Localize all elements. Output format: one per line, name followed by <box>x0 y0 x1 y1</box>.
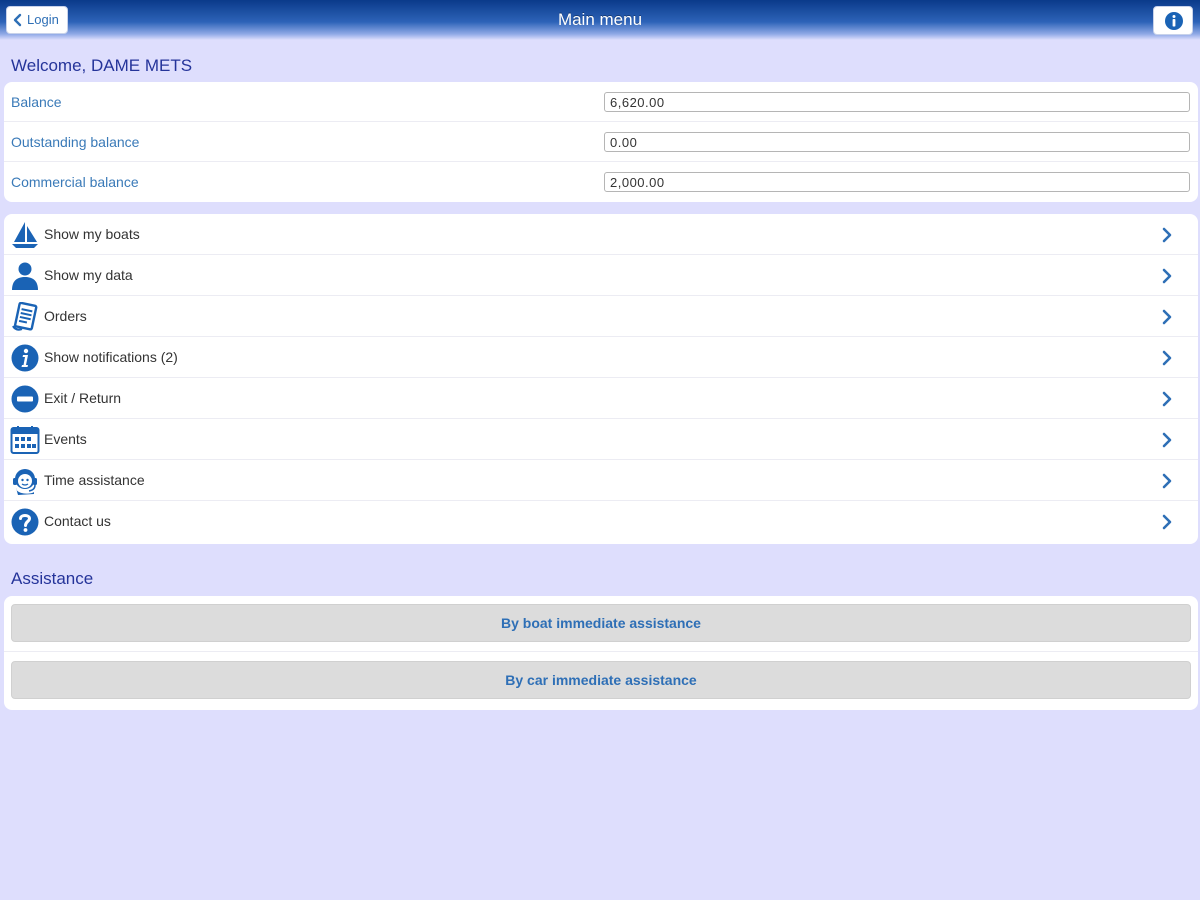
back-button-label: Login <box>27 12 59 27</box>
menu-item-label: Show my data <box>44 267 133 283</box>
info-icon <box>11 344 39 372</box>
info-icon <box>1165 12 1183 30</box>
menu-item-orders[interactable]: Orders <box>4 296 1198 337</box>
chevron-left-icon <box>13 13 22 27</box>
minus-circle-icon <box>11 385 39 413</box>
outstanding-balance-label: Outstanding balance <box>11 134 140 150</box>
chevron-right-icon <box>1162 391 1172 407</box>
assistance-heading: Assistance <box>11 569 94 588</box>
menu-item-label: Orders <box>44 308 87 324</box>
calendar-icon <box>10 426 40 454</box>
balance-field[interactable] <box>604 92 1190 112</box>
menu-item-label: Events <box>44 431 87 447</box>
commercial-balance-field[interactable] <box>604 172 1190 192</box>
back-login-button[interactable]: Login <box>6 6 68 34</box>
balance-row: Balance <box>4 82 1198 122</box>
user-icon <box>12 262 38 290</box>
assistance-card: By boat immediate assistance By car imme… <box>4 596 1198 710</box>
menu-item-label: Contact us <box>44 513 111 529</box>
menu-item-exit-return[interactable]: Exit / Return <box>4 378 1198 419</box>
menu-item-label: Exit / Return <box>44 390 122 406</box>
menu-item-show-my-boats[interactable]: Show my boats <box>4 214 1198 255</box>
menu-item-show-notifications[interactable]: Show notifications (2) <box>4 337 1198 378</box>
chevron-right-icon <box>1162 432 1172 448</box>
balance-label: Balance <box>11 94 62 110</box>
menu-item-events[interactable]: Events <box>4 419 1198 460</box>
menu-item-time-assistance[interactable]: Time assistance <box>4 460 1198 501</box>
question-icon <box>11 508 39 536</box>
chevron-right-icon <box>1162 514 1172 530</box>
menu-item-contact-us[interactable]: Contact us <box>4 501 1198 542</box>
chevron-right-icon <box>1162 473 1172 489</box>
chevron-right-icon <box>1162 227 1172 243</box>
menu-item-label: Show my boats <box>44 226 140 242</box>
chevron-right-icon <box>1162 350 1172 366</box>
menu-item-label: Show notifications (2) <box>44 349 178 365</box>
car-assistance-button[interactable]: By car immediate assistance <box>11 661 1191 699</box>
commercial-balance-row: Commercial balance <box>4 162 1198 202</box>
chevron-right-icon <box>1162 268 1172 284</box>
menu-item-show-my-data[interactable]: Show my data <box>4 255 1198 296</box>
menu-card: Show my boats Show my data Orders Show n… <box>4 214 1198 544</box>
chevron-right-icon <box>1162 309 1172 325</box>
commercial-balance-label: Commercial balance <box>11 174 139 190</box>
page-title: Main menu <box>557 10 643 29</box>
document-icon <box>12 302 38 331</box>
outstanding-balance-row: Outstanding balance <box>4 122 1198 162</box>
sailboat-icon <box>12 222 38 248</box>
balance-card: Balance Outstanding balance Commercial b… <box>4 82 1198 202</box>
info-button[interactable] <box>1153 6 1193 35</box>
divider <box>4 651 1198 652</box>
outstanding-balance-field[interactable] <box>604 132 1190 152</box>
boat-assistance-button[interactable]: By boat immediate assistance <box>11 604 1191 642</box>
welcome-heading: Welcome, DAME METS <box>11 56 193 75</box>
menu-item-label: Time assistance <box>44 472 145 488</box>
headset-icon <box>13 469 37 495</box>
